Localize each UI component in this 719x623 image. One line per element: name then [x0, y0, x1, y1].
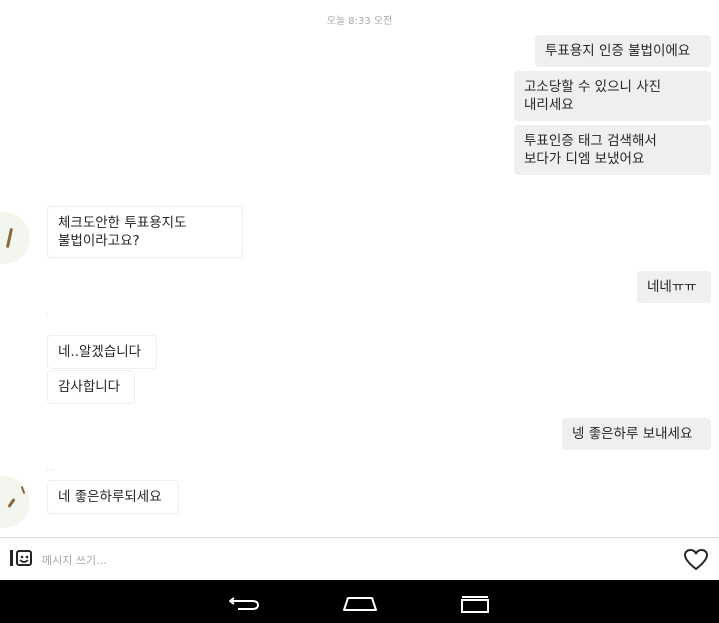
heart-icon[interactable] [683, 548, 709, 572]
message-text-line: 투표인증 태그 검색해서 [524, 133, 657, 149]
message-text-line: 불법이라고요? [58, 233, 140, 249]
message-outgoing[interactable]: 투표용지 인증 불법이에요 [535, 35, 711, 67]
seen-indicator-icon: · [46, 310, 49, 319]
message-thread[interactable]: 오늘 8:33 오전 투표용지 인증 불법이에요 고소당할 수 있으니 사진 내… [0, 0, 719, 537]
message-text: 넹 좋은하루 보내세요 [572, 426, 693, 442]
message-composer [0, 537, 719, 581]
message-incoming[interactable]: 네 좋은하루되세요 [47, 480, 179, 514]
system-nav-bar [0, 580, 719, 623]
message-incoming[interactable]: 체크도안한 투표용지도 불법이라고요? [47, 206, 243, 258]
message-text: 네..알겠습니다 [58, 344, 142, 360]
seen-indicator-icon: ··· [46, 466, 54, 475]
message-outgoing[interactable]: 고소당할 수 있으니 사진 내리세요 [514, 71, 711, 121]
message-text: 네 좋은하루되세요 [58, 489, 162, 505]
message-outgoing[interactable]: 네네ㅠㅠ [637, 271, 711, 303]
message-text: 투표용지 인증 불법이에요 [545, 43, 691, 59]
back-icon[interactable] [222, 588, 270, 616]
message-outgoing[interactable]: 투표인증 태그 검색해서 보다가 디엠 보냈어요 [514, 125, 711, 175]
recents-icon[interactable] [452, 588, 500, 616]
sender-avatar[interactable] [0, 476, 30, 528]
message-input[interactable] [40, 547, 644, 573]
message-text-line: 보다가 디엠 보냈어요 [524, 151, 645, 167]
message-text-line: 내리세요 [524, 97, 574, 113]
message-text: 네네ㅠㅠ [647, 279, 697, 295]
message-incoming[interactable]: 네..알겠습니다 [47, 335, 157, 369]
message-outgoing[interactable]: 넹 좋은하루 보내세요 [562, 418, 711, 450]
message-incoming[interactable]: 감사합니다 [47, 370, 135, 404]
camera-icon[interactable] [8, 547, 34, 571]
message-text: 감사합니다 [58, 379, 121, 395]
message-text-line: 고소당할 수 있으니 사진 [524, 79, 662, 95]
sender-avatar[interactable] [0, 212, 30, 264]
home-icon[interactable] [336, 588, 384, 616]
thread-timestamp: 오늘 8:33 오전 [326, 16, 393, 27]
message-text-line: 체크도안한 투표용지도 [58, 215, 187, 231]
